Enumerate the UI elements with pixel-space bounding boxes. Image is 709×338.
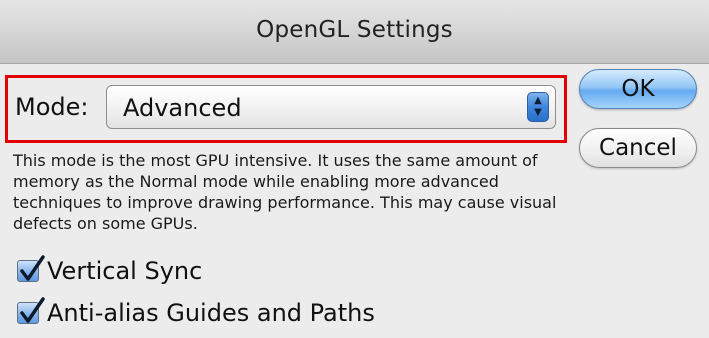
- vertical-sync-checkbox[interactable]: [17, 255, 45, 282]
- cancel-button[interactable]: Cancel: [579, 128, 697, 168]
- anti-alias-label: Anti-alias Guides and Paths: [47, 299, 375, 327]
- mode-description: This mode is the most GPU intensive. It …: [13, 151, 557, 233]
- checkmark-icon: [20, 255, 45, 281]
- mode-label: Mode:: [15, 93, 89, 121]
- checkmark-icon: [20, 297, 45, 323]
- anti-alias-checkbox[interactable]: [17, 297, 45, 324]
- up-down-arrows-icon: ▲ ▼: [527, 92, 549, 122]
- ok-button[interactable]: OK: [579, 69, 697, 109]
- title-bar[interactable]: OpenGL Settings: [0, 0, 709, 64]
- mode-selected-value: Advanced: [123, 94, 242, 122]
- mode-select[interactable]: Advanced ▲ ▼: [106, 85, 556, 129]
- dialog-title: OpenGL Settings: [256, 17, 453, 43]
- vertical-sync-label: Vertical Sync: [47, 257, 203, 285]
